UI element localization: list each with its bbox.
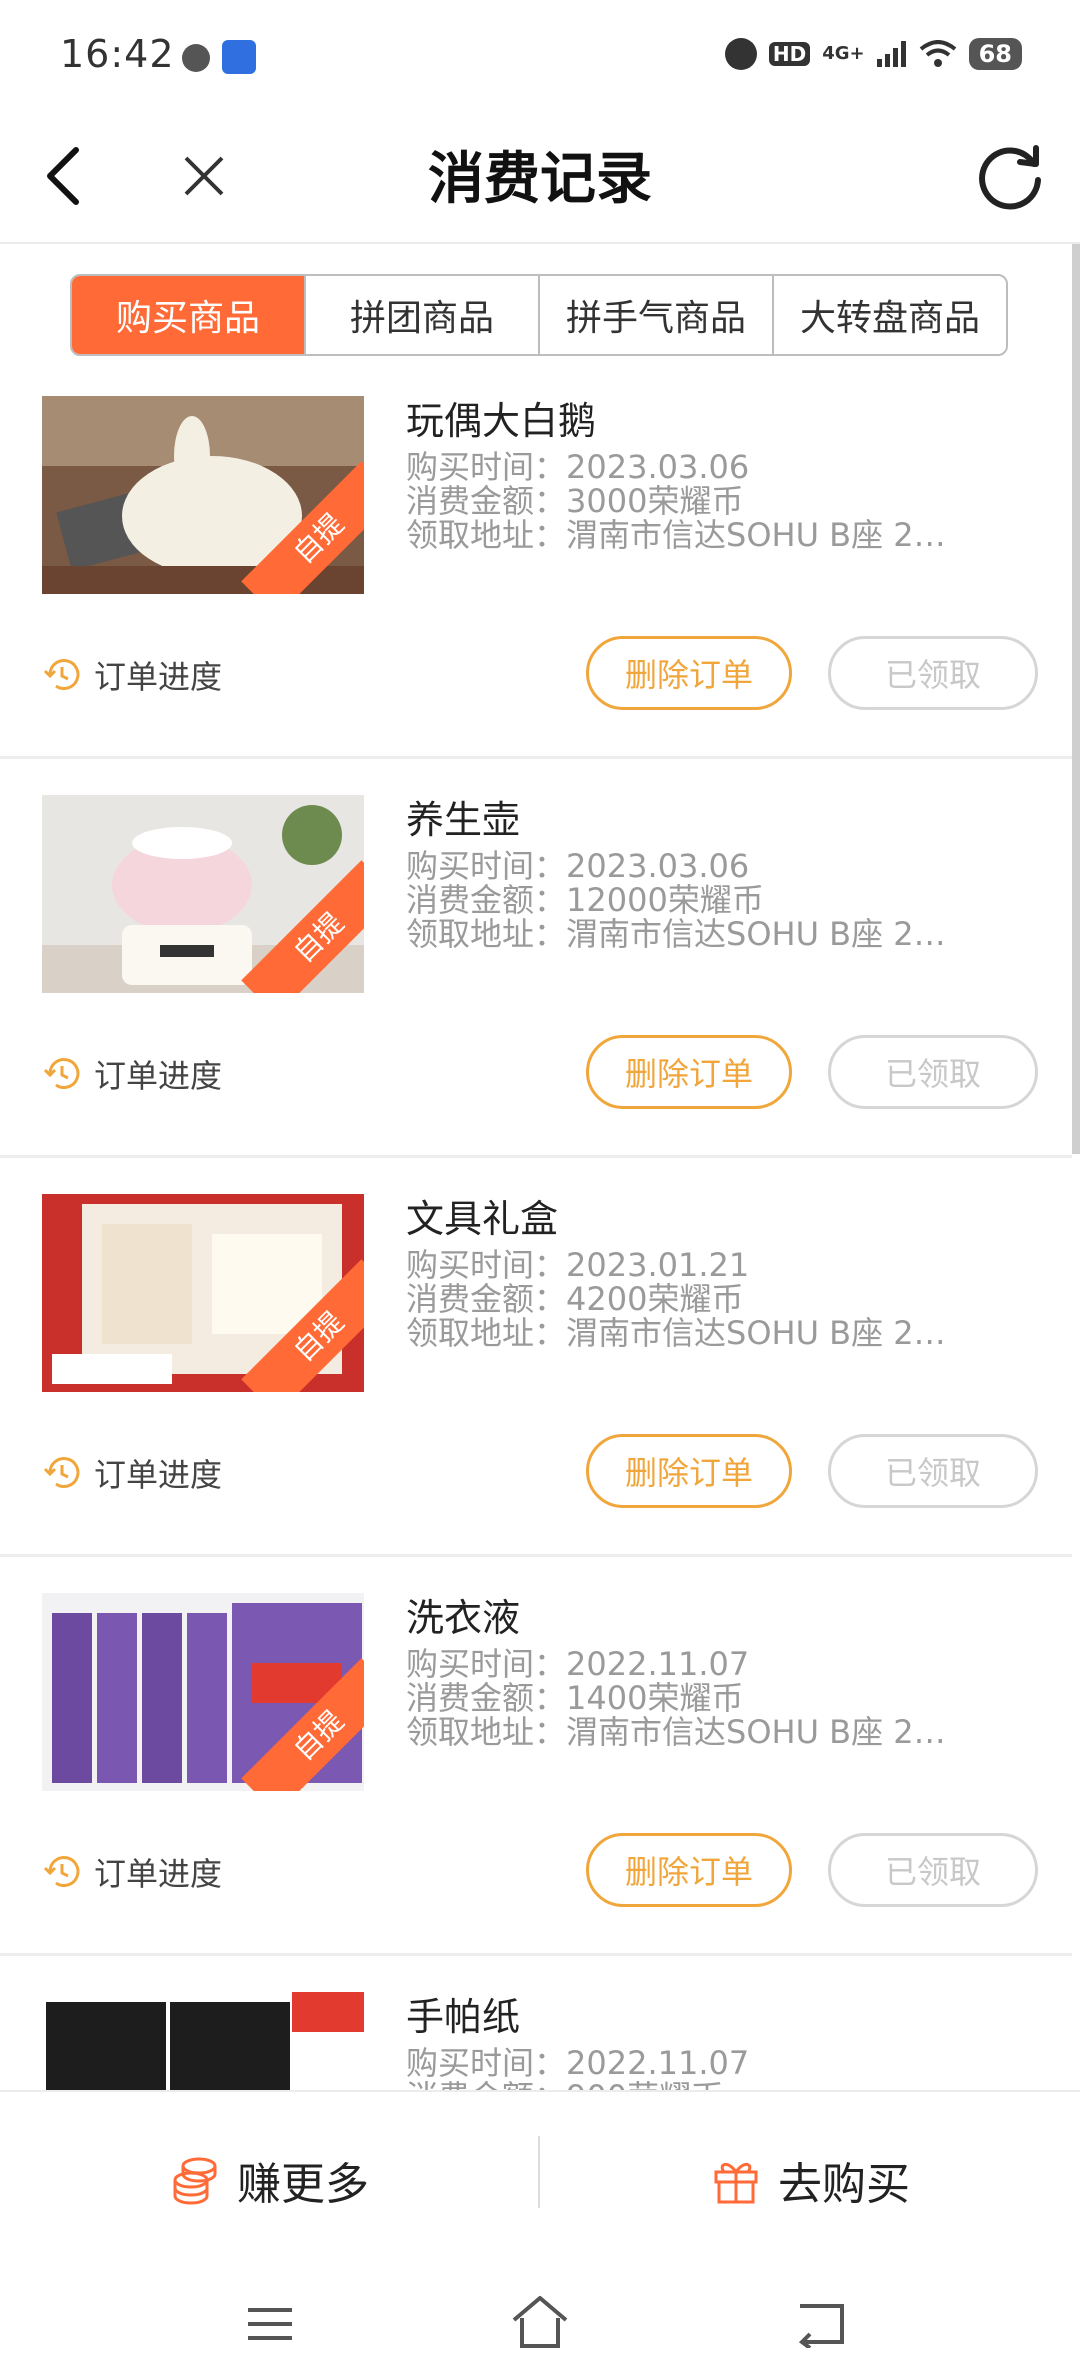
- alarm-icon: [724, 38, 757, 70]
- pickup-address: 领取地址：渭南市信达SOHU B座 2…: [406, 516, 946, 554]
- product-name: 手帕纸: [406, 1995, 521, 2039]
- order-progress-label: 订单进度: [94, 1057, 223, 1095]
- refresh-icon[interactable]: [970, 136, 1050, 216]
- history-clock-icon: [43, 659, 80, 690]
- page-title: 消费记录: [428, 147, 652, 212]
- amount: 消费金额：4200荣耀币: [406, 1280, 744, 1318]
- product-name: 洗衣液: [406, 1596, 521, 1640]
- order-item: 手帕纸 购买时间：2022.11.07 消费金额：900荣耀币: [0, 1956, 1072, 2090]
- order-progress-link[interactable]: 订单进度: [42, 1051, 222, 1097]
- notification-app-icon: [182, 44, 210, 72]
- history-clock-icon: [43, 1856, 80, 1887]
- hd-badge: HD: [768, 42, 811, 66]
- received-button[interactable]: 已领取: [828, 1035, 1038, 1109]
- category-tabs: 购买商品 拼团商品 拼手气商品 大转盘商品: [70, 274, 1008, 356]
- buy-time: 购买时间：2023.01.21: [406, 1246, 750, 1284]
- received-button[interactable]: 已领取: [828, 1434, 1038, 1508]
- amount: 消费金额：900荣耀币: [406, 2080, 723, 2090]
- tab-lucky-goods[interactable]: 拼手气商品: [538, 276, 772, 354]
- amount: 消费金额：3000荣耀币: [406, 482, 744, 520]
- status-bar: 16:42 HD 4G+ 68: [0, 0, 1080, 110]
- pickup-address: 领取地址：渭南市信达SOHU B座 2…: [406, 915, 946, 953]
- menu-icon[interactable]: [246, 2304, 294, 2344]
- delete-order-button[interactable]: 删除订单: [586, 636, 792, 710]
- tab-wheel-goods[interactable]: 大转盘商品: [772, 276, 1006, 354]
- delete-order-button[interactable]: 删除订单: [586, 1035, 792, 1109]
- pickup-address: 领取地址：渭南市信达SOHU B座 2…: [406, 1314, 946, 1352]
- nav-back-icon[interactable]: [796, 2300, 848, 2348]
- order-progress-label: 订单进度: [94, 658, 223, 696]
- order-progress-label: 订单进度: [94, 1855, 223, 1893]
- order-progress-link[interactable]: 订单进度: [42, 1849, 222, 1895]
- buy-time: 购买时间：2023.03.06: [406, 847, 750, 885]
- received-button[interactable]: 已领取: [828, 1833, 1038, 1907]
- product-name: 养生壶: [406, 798, 521, 842]
- home-icon[interactable]: [510, 2294, 570, 2350]
- product-image[interactable]: 自提: [42, 396, 364, 594]
- history-clock-icon: [43, 1457, 80, 1488]
- history-clock-icon: [43, 1058, 80, 1089]
- battery-indicator: 68: [968, 38, 1022, 70]
- notification-news-icon: [222, 40, 256, 74]
- gift-icon: [714, 2163, 758, 2204]
- scrollbar[interactable]: [1072, 244, 1080, 1154]
- order-item: 自提 玩偶大白鹅 购买时间：2023.03.06 消费金额：3000荣耀币 领取…: [0, 360, 1072, 759]
- order-progress-link[interactable]: 订单进度: [42, 1450, 222, 1496]
- delete-order-button[interactable]: 删除订单: [586, 1833, 792, 1907]
- order-progress-link[interactable]: 订单进度: [42, 652, 222, 698]
- app-header: 消费记录: [0, 110, 1080, 242]
- status-time: 16:42: [60, 32, 175, 76]
- buy-time: 购买时间：2022.11.07: [406, 2044, 750, 2082]
- order-item: 自提 洗衣液 购买时间：2022.11.07 消费金额：1400荣耀币 领取地址…: [0, 1557, 1072, 1956]
- buy-time: 购买时间：2023.03.06: [406, 448, 750, 486]
- product-image[interactable]: 自提: [42, 795, 364, 993]
- status-icons: HD 4G+ 68: [724, 38, 1022, 70]
- order-item: 自提 养生壶 购买时间：2023.03.06 消费金额：12000荣耀币 领取地…: [0, 759, 1072, 1158]
- bottom-action-bar: 赚更多 去购买: [0, 2090, 1080, 2268]
- go-buy-label: 去购买: [778, 2159, 910, 2210]
- order-list: 自提 玩偶大白鹅 购买时间：2023.03.06 消费金额：3000荣耀币 领取…: [0, 360, 1072, 2090]
- go-buy-button[interactable]: 去购买: [540, 2092, 1080, 2268]
- earn-more-button[interactable]: 赚更多: [0, 2092, 538, 2268]
- product-name: 文具礼盒: [406, 1197, 559, 1241]
- tissue-pack-image: [42, 1992, 364, 2090]
- system-nav-bar: [0, 2266, 1080, 2376]
- pickup-address: 领取地址：渭南市信达SOHU B座 2…: [406, 1713, 946, 1751]
- delete-order-button[interactable]: 删除订单: [586, 1434, 792, 1508]
- order-progress-label: 订单进度: [94, 1456, 223, 1494]
- tab-group-buy-goods[interactable]: 拼团商品: [304, 276, 538, 354]
- wifi-icon: [919, 40, 956, 67]
- header-divider: [0, 242, 1080, 244]
- amount: 消费金额：12000荣耀币: [406, 881, 764, 919]
- product-image[interactable]: 自提: [42, 1593, 364, 1791]
- earn-more-label: 赚更多: [237, 2159, 369, 2210]
- product-name: 玩偶大白鹅: [406, 399, 597, 443]
- amount: 消费金额：1400荣耀币: [406, 1679, 744, 1717]
- product-image[interactable]: 自提: [42, 1194, 364, 1392]
- product-image[interactable]: [42, 1992, 364, 2090]
- buy-time: 购买时间：2022.11.07: [406, 1645, 750, 1683]
- order-item: 自提 文具礼盒 购买时间：2023.01.21 消费金额：4200荣耀币 领取地…: [0, 1158, 1072, 1557]
- coins-icon: [173, 2157, 217, 2205]
- network-label: 4G+: [822, 43, 865, 64]
- tab-purchased-goods[interactable]: 购买商品: [72, 276, 304, 354]
- received-button[interactable]: 已领取: [828, 636, 1038, 710]
- signal-icon: [876, 41, 906, 67]
